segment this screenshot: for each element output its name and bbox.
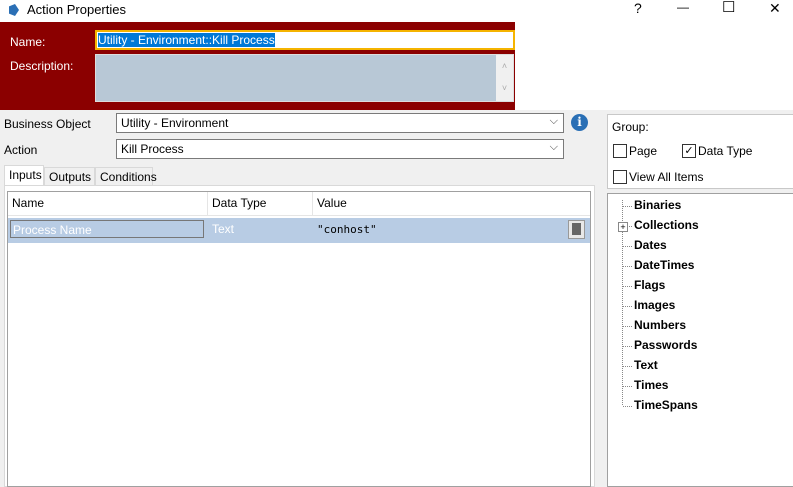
tree-connector xyxy=(623,206,632,207)
tree-item[interactable]: DateTimes xyxy=(634,258,694,272)
window-title: Action Properties xyxy=(27,2,126,17)
column-header-name[interactable]: Name xyxy=(8,192,208,216)
tree-connector xyxy=(623,246,632,247)
tree-item[interactable]: TimeSpans xyxy=(634,398,698,412)
tree-connector xyxy=(623,286,632,287)
tab-outputs[interactable]: Outputs xyxy=(44,167,95,185)
data-type-label[interactable]: Data Type xyxy=(698,144,752,158)
chevron-down-icon: ⌵ xyxy=(549,141,558,153)
tree-connector xyxy=(623,386,632,387)
tree-item[interactable]: Flags xyxy=(634,278,665,292)
banner-spacer xyxy=(515,22,793,110)
table-row[interactable]: Process Name Text "conhost" xyxy=(8,218,590,243)
column-header-value[interactable]: Value xyxy=(313,192,590,216)
chevron-down-icon: ⌵ xyxy=(549,115,558,127)
expand-icon[interactable]: + xyxy=(618,222,628,232)
name-value: Utility - Environment::Kill Process xyxy=(98,33,275,47)
action-label: Action xyxy=(4,143,38,157)
inputs-grid: Name Data Type Value Process Name Text "… xyxy=(7,191,591,487)
page-checkbox[interactable] xyxy=(613,144,627,158)
tree-item[interactable]: Numbers xyxy=(634,318,686,332)
tree-item[interactable]: Images xyxy=(634,298,675,312)
tab-inputs[interactable]: Inputs xyxy=(4,165,44,186)
tree-item[interactable]: Text xyxy=(634,358,658,372)
page-label[interactable]: Page xyxy=(629,144,657,158)
data-type-checkbox[interactable]: ✓ xyxy=(682,144,696,158)
app-icon xyxy=(9,4,19,16)
group-box: Group: Page ✓ Data Type View All Items xyxy=(607,114,793,189)
info-icon[interactable]: i xyxy=(571,114,588,131)
business-object-value: Utility - Environment xyxy=(121,116,229,130)
action-value: Kill Process xyxy=(121,142,184,156)
name-input[interactable]: Utility - Environment::Kill Process xyxy=(95,30,515,50)
tree-item[interactable]: Passwords xyxy=(634,338,697,352)
tree-item[interactable]: Times xyxy=(634,378,668,392)
business-object-select[interactable]: Utility - Environment ⌵ xyxy=(116,113,564,133)
help-button[interactable]: ? xyxy=(634,0,642,16)
tree-connector xyxy=(623,266,632,267)
business-object-label: Business Object xyxy=(4,117,91,131)
tree-connector xyxy=(623,306,632,307)
group-label: Group: xyxy=(612,120,649,134)
description-input[interactable]: ˄ ˅ xyxy=(95,54,514,102)
tree-connector xyxy=(623,346,632,347)
view-all-label[interactable]: View All Items xyxy=(629,170,703,184)
maximize-button[interactable]: ☐ xyxy=(722,0,735,16)
description-scrollbar[interactable]: ˄ ˅ xyxy=(496,55,513,101)
tree-item[interactable]: Binaries xyxy=(634,198,681,212)
description-label: Description: xyxy=(10,59,74,73)
name-label: Name: xyxy=(10,35,46,49)
action-select[interactable]: Kill Process ⌵ xyxy=(116,139,564,159)
minimize-button[interactable]: — xyxy=(677,0,689,14)
title-bar: Action Properties ? — ☐ ✕ xyxy=(0,0,793,22)
tree-item[interactable]: Dates xyxy=(634,238,667,252)
calculator-icon[interactable] xyxy=(568,220,585,239)
tree-item[interactable]: Collections xyxy=(634,218,699,232)
process-name-cell[interactable]: Process Name xyxy=(10,220,204,238)
view-all-checkbox[interactable] xyxy=(613,170,627,184)
tree-connector xyxy=(623,406,632,407)
tree-connector xyxy=(623,366,632,367)
close-button[interactable]: ✕ xyxy=(769,0,781,17)
tab-conditions[interactable]: Conditions xyxy=(95,167,157,185)
value-cell[interactable]: "conhost" xyxy=(317,223,377,236)
tree-connector xyxy=(623,326,632,327)
column-header-data-type[interactable]: Data Type xyxy=(208,192,313,216)
data-type-cell: Text xyxy=(212,222,235,236)
